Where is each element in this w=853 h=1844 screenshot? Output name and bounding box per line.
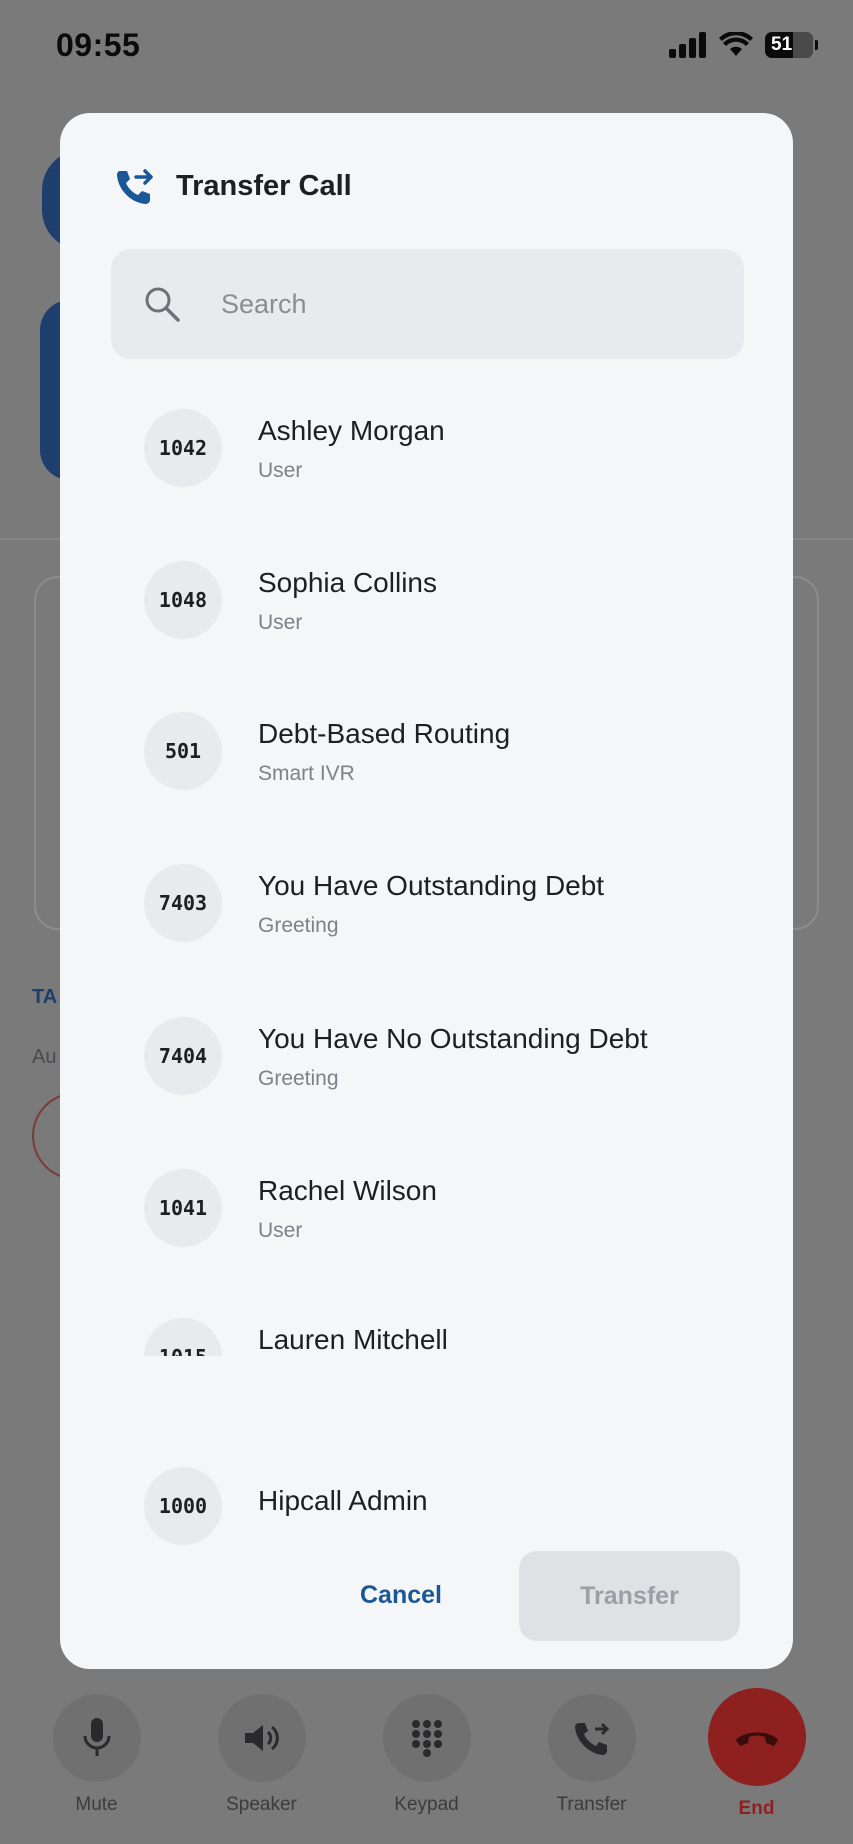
end-label: End: [738, 1798, 775, 1819]
hang-up-icon: [735, 1732, 778, 1746]
transfer-label: Transfer: [556, 1794, 627, 1815]
search-input[interactable]: [221, 288, 701, 320]
background-section-heading: TA: [32, 986, 58, 1008]
signal-icon: [669, 32, 706, 58]
extension-badge: 7404: [144, 1017, 222, 1095]
item-type: Greeting: [258, 1067, 339, 1090]
keypad-action[interactable]: Keypad: [352, 1664, 502, 1816]
end-action[interactable]: End: [682, 1664, 832, 1820]
transfer-call-button[interactable]: [547, 1694, 636, 1782]
microphone-icon: [83, 1718, 110, 1756]
extension-badge: 1042: [144, 409, 222, 487]
battery-icon: 51: [765, 32, 818, 58]
end-call-button[interactable]: [707, 1688, 806, 1786]
item-name: Lauren Mitchell: [258, 1324, 448, 1355]
transfer-button[interactable]: Transfer: [519, 1551, 740, 1641]
item-name: Rachel Wilson: [258, 1175, 437, 1206]
wifi-icon: [719, 32, 753, 56]
list-item[interactable]: 501 Debt-Based Routing Smart IVR: [144, 696, 744, 806]
cancel-button[interactable]: Cancel: [360, 1581, 442, 1610]
keypad-label: Keypad: [394, 1794, 459, 1815]
list-item[interactable]: 1000 Hipcall Admin: [144, 1451, 744, 1561]
extension-badge: 501: [144, 712, 222, 790]
item-name: Hipcall Admin: [258, 1485, 428, 1516]
list-clip-edge: [60, 1356, 793, 1396]
dialog-header: Transfer Call: [114, 165, 352, 207]
battery-level: 51: [771, 34, 793, 55]
dialog-title: Transfer Call: [176, 169, 352, 202]
list-item[interactable]: 1048 Sophia Collins User: [144, 545, 744, 655]
item-type: User: [258, 1219, 303, 1242]
list-item[interactable]: 1041 Rachel Wilson User: [144, 1153, 744, 1263]
mute-button[interactable]: [52, 1694, 141, 1782]
speaker-action[interactable]: Speaker: [187, 1664, 337, 1816]
item-type: Smart IVR: [258, 762, 355, 785]
transfer-action[interactable]: Transfer: [517, 1664, 667, 1816]
item-name: Sophia Collins: [258, 567, 437, 598]
item-type: User: [258, 459, 303, 482]
extension-badge: 1000: [144, 1467, 222, 1545]
phone-transfer-icon: [117, 169, 153, 204]
item-type: User: [258, 611, 303, 634]
transfer-target-list: 1042 Ashley Morgan User 1048 Sophia Coll…: [60, 393, 793, 1637]
extension-badge: 1041: [144, 1169, 222, 1247]
keypad-icon: [411, 1720, 442, 1757]
mute-label: Mute: [75, 1794, 118, 1815]
list-item[interactable]: 7404 You Have No Outstanding Debt Greeti…: [144, 1001, 744, 1111]
search-icon: [145, 287, 180, 322]
item-type: Greeting: [258, 914, 339, 937]
item-name: You Have No Outstanding Debt: [258, 1023, 648, 1054]
dialog-footer: Cancel Transfer: [60, 1551, 793, 1641]
status-icons: 51: [669, 32, 818, 58]
list-item[interactable]: 7403 You Have Outstanding Debt Greeting: [144, 848, 744, 958]
call-controls: Mute Speaker Keypad Transfer End: [0, 1664, 853, 1844]
extension-badge: 1048: [144, 561, 222, 639]
speaker-label: Speaker: [226, 1794, 297, 1815]
transfer-call-dialog: Transfer Call 1042 Ashley Morgan User 10…: [60, 113, 793, 1669]
search-box[interactable]: [111, 249, 744, 359]
mute-action[interactable]: Mute: [22, 1664, 172, 1816]
extension-badge: 7403: [144, 864, 222, 942]
phone-transfer-icon: [574, 1722, 609, 1755]
item-name: Debt-Based Routing: [258, 718, 511, 749]
background-section-label: Au: [32, 1046, 57, 1068]
item-name: Ashley Morgan: [258, 415, 445, 446]
speaker-button[interactable]: [217, 1694, 306, 1782]
status-time: 09:55: [56, 26, 141, 63]
item-name: You Have Outstanding Debt: [258, 870, 605, 901]
status-bar: 09:55 51: [0, 0, 853, 90]
list-item[interactable]: 1042 Ashley Morgan User: [144, 393, 744, 503]
keypad-button[interactable]: [382, 1694, 471, 1782]
speaker-icon: [244, 1725, 279, 1751]
